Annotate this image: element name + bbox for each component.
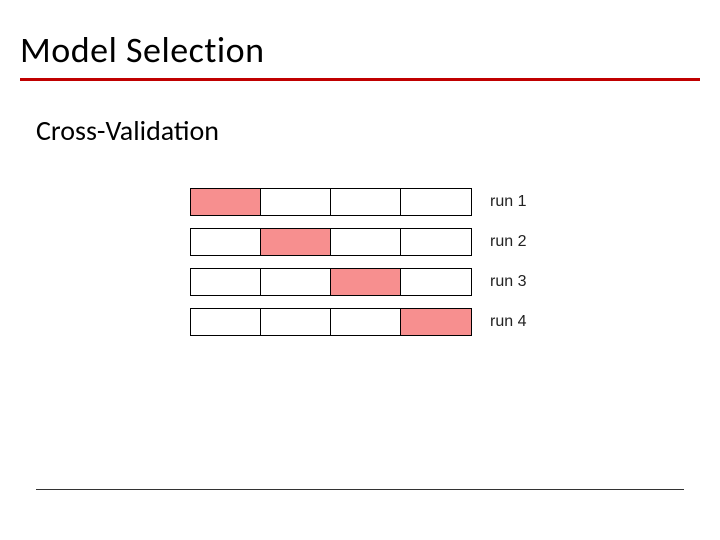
fold-strip (190, 268, 472, 296)
run-label: run 3 (490, 273, 526, 291)
fold-cell-train (261, 309, 331, 335)
cv-row: run 2 (190, 228, 720, 256)
cv-row: run 1 (190, 188, 720, 216)
run-label: run 2 (490, 233, 526, 251)
fold-cell-train (191, 269, 261, 295)
slide-title: Model Selection (20, 28, 700, 72)
fold-strip (190, 188, 472, 216)
fold-cell-train (331, 189, 401, 215)
cv-row: run 4 (190, 308, 720, 336)
fold-strip (190, 308, 472, 336)
fold-cell-train (401, 229, 471, 255)
fold-cell-train (191, 229, 261, 255)
fold-strip (190, 228, 472, 256)
slide-subtitle: Cross-Validation (0, 89, 720, 148)
fold-cell-test (191, 189, 261, 215)
footer-divider (36, 489, 684, 490)
fold-cell-train (331, 309, 401, 335)
fold-cell-train (401, 269, 471, 295)
fold-cell-test (331, 269, 401, 295)
fold-cell-test (401, 309, 471, 335)
title-underline (20, 78, 700, 81)
fold-cell-train (261, 189, 331, 215)
run-label: run 1 (490, 193, 526, 211)
cross-validation-diagram: run 1 run 2 run 3 run 4 (190, 188, 720, 336)
run-label: run 4 (490, 313, 526, 331)
cv-row: run 3 (190, 268, 720, 296)
fold-cell-train (331, 229, 401, 255)
fold-cell-train (401, 189, 471, 215)
fold-cell-train (191, 309, 261, 335)
fold-cell-train (261, 269, 331, 295)
fold-cell-test (261, 229, 331, 255)
